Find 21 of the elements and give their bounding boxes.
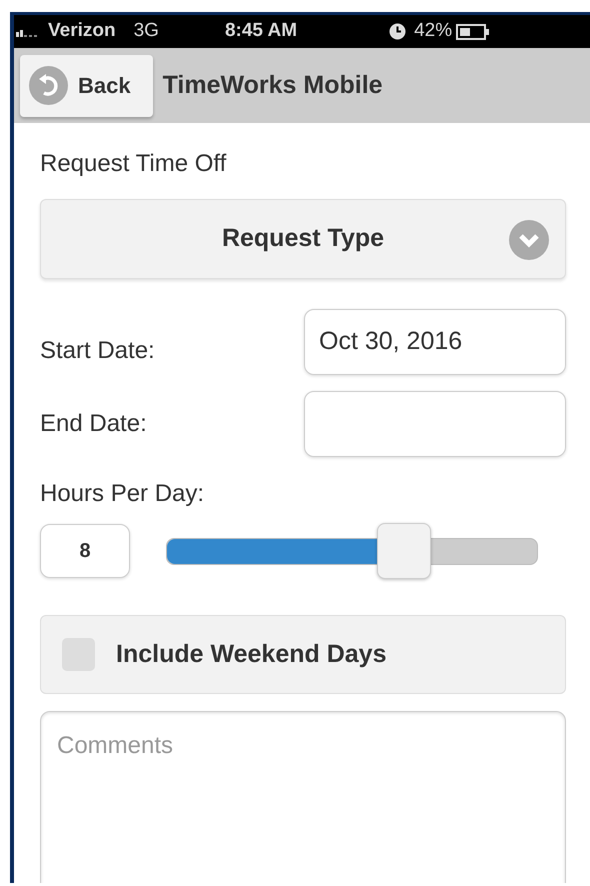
network-type: 3G bbox=[134, 19, 159, 44]
request-type-dropdown[interactable]: Request Type bbox=[40, 199, 566, 279]
field-label: Start Date: bbox=[40, 336, 155, 366]
clock-time: 8:45 AM bbox=[224, 19, 298, 44]
weekend-checkbox-row[interactable]: Include Weekend Days bbox=[40, 615, 566, 694]
hours-slider[interactable] bbox=[166, 523, 538, 579]
battery-icon bbox=[456, 24, 490, 40]
hours-field[interactable]: 8 bbox=[40, 524, 130, 578]
field-label: End Date: bbox=[40, 409, 147, 439]
app-title: TimeWorks Mobile bbox=[162, 70, 383, 101]
slider-thumb[interactable] bbox=[377, 523, 432, 579]
chevron-down-icon bbox=[509, 220, 549, 260]
back-button[interactable]: Back bbox=[20, 54, 153, 116]
field-label: Hours Per Day: bbox=[40, 479, 206, 509]
date-field[interactable]: Oct 30, 2016 bbox=[304, 309, 566, 375]
section-heading: Request Time Off bbox=[40, 149, 228, 179]
battery-percent: 42% bbox=[414, 19, 452, 44]
alarm-clock-icon bbox=[389, 23, 406, 40]
comments-field[interactable]: Comments bbox=[40, 711, 566, 883]
carrier-name: Verizon bbox=[48, 19, 116, 44]
date-field[interactable] bbox=[304, 391, 566, 457]
